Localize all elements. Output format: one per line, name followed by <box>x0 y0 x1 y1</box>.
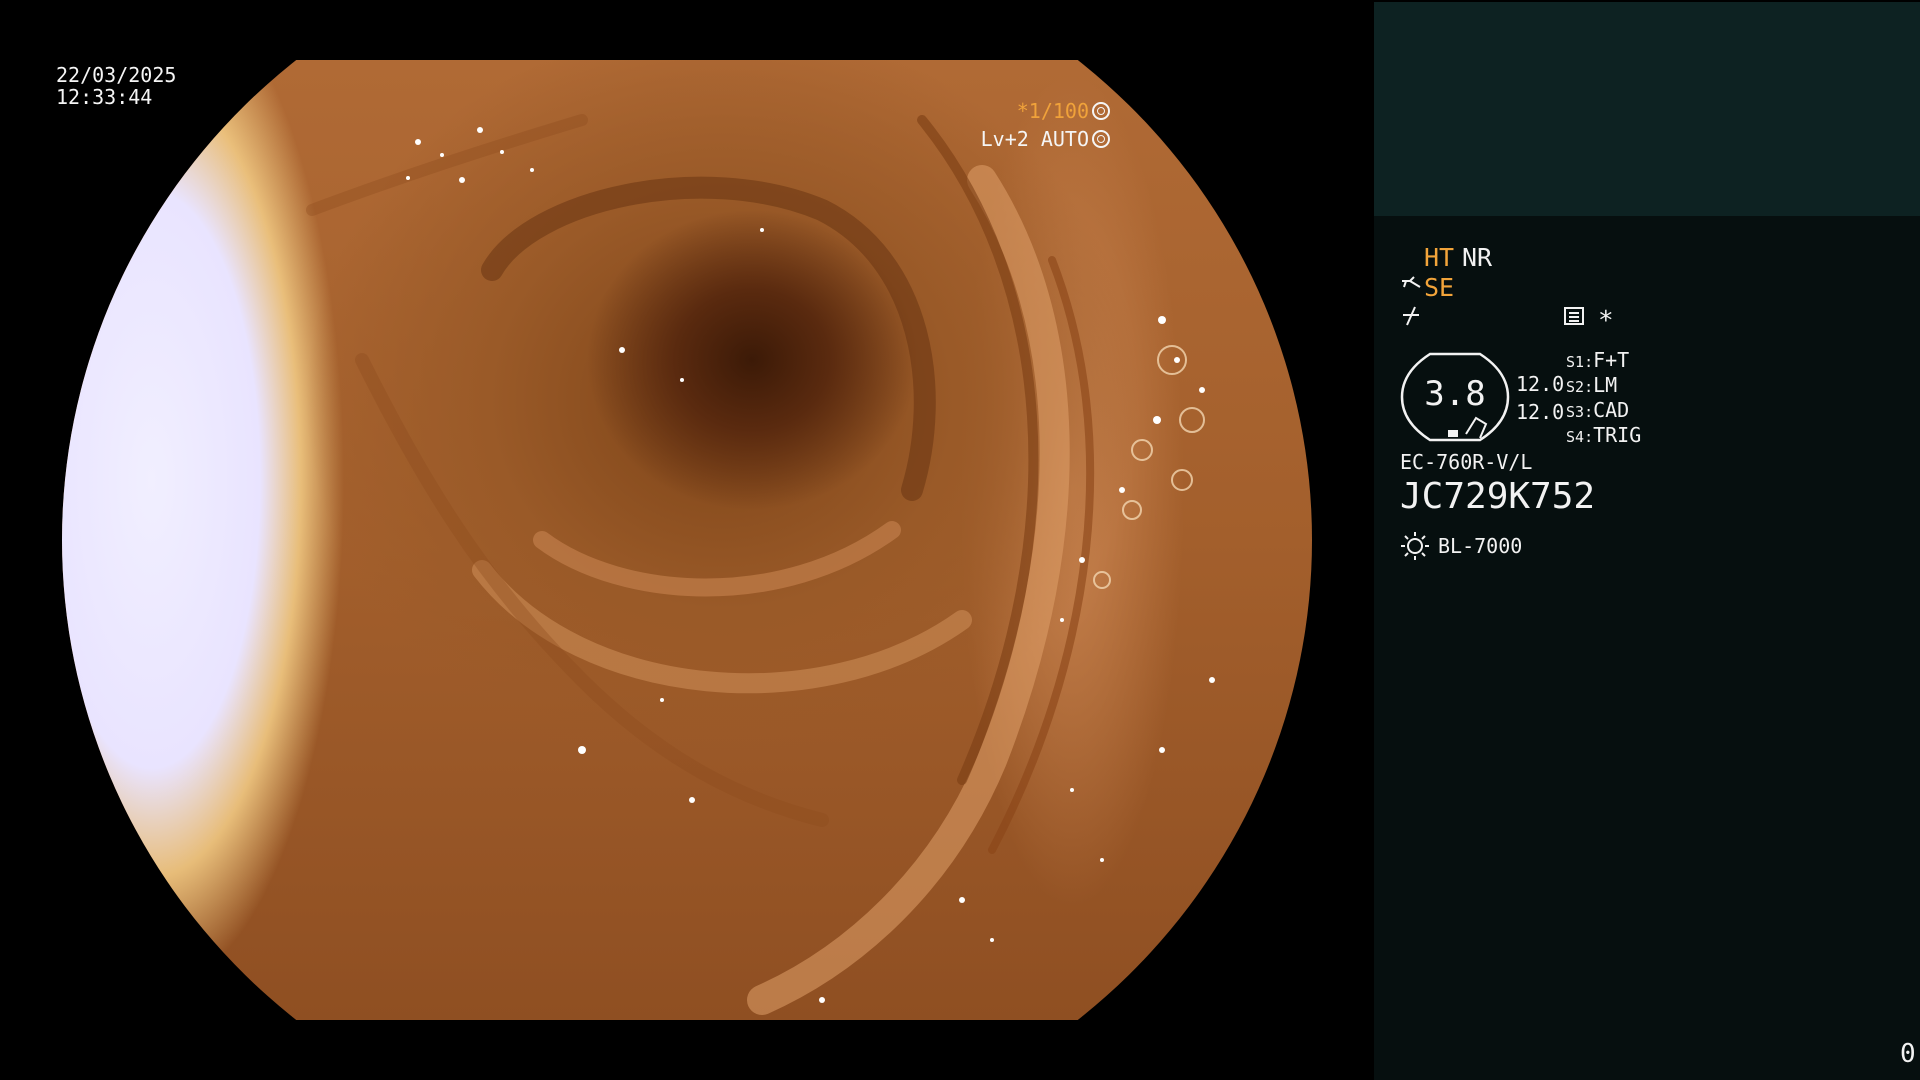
slot-key: S1 <box>1566 353 1585 371</box>
nr-indicator: NR <box>1462 243 1493 272</box>
scope-tip-icon <box>1400 275 1422 303</box>
endoscope-view <box>62 60 1312 1020</box>
lens-value-upper: 12.0 <box>1516 372 1565 396</box>
slot-value: CAD <box>1593 398 1630 422</box>
slot-key: S2 <box>1566 378 1585 396</box>
iris-icon <box>1092 130 1110 148</box>
serial-number: JC729K752 <box>1400 476 1596 517</box>
menu-icon <box>1564 307 1584 325</box>
slot-key: S4 <box>1566 428 1585 446</box>
image-counter: 0 <box>1900 1039 1916 1069</box>
panel-thumbnail-area <box>1374 2 1920 216</box>
brightness-level: Lv+2 <box>980 127 1029 151</box>
sun-icon <box>1401 532 1429 560</box>
switch-slot-2: S2:LM <box>1566 373 1618 397</box>
status-panel <box>1374 216 1920 1080</box>
slot-value: F+T <box>1593 348 1630 372</box>
mucosa-folds <box>306 114 1215 1015</box>
slot-key: S3 <box>1566 403 1585 421</box>
slot-value: TRIG <box>1593 423 1642 447</box>
date-text: 22/03/2025 <box>56 63 177 87</box>
switch-slot-1: S1:F+T <box>1566 348 1630 372</box>
switch-slot-3: S3:CAD <box>1566 398 1630 422</box>
shutter-row: *1/100 <box>981 100 1110 122</box>
lens-value-lower: 12.0 <box>1516 400 1565 424</box>
star-indicator: * <box>1598 306 1614 336</box>
light-source: BL-7000 <box>1438 534 1523 558</box>
time-text: 12:33:44 <box>56 85 153 109</box>
aperture-icon <box>1092 102 1110 120</box>
scope-model: EC-760R-V/L <box>1400 450 1533 474</box>
exposure-info: *1/100 Lv+2 AUTO <box>981 100 1110 150</box>
se-indicator: SE <box>1424 273 1455 302</box>
date-time-display: 22/03/2025 12:33:44 <box>56 64 176 108</box>
switch-slot-4: S4:TRIG <box>1566 423 1642 447</box>
shutter-speed: *1/100 <box>1016 99 1089 123</box>
signal-off-icon <box>1400 305 1422 333</box>
colon-lumen-image <box>62 60 1312 1020</box>
exposure-mode: AUTO <box>1040 127 1089 151</box>
lens-value: 3.8 <box>1424 374 1486 414</box>
level-row: Lv+2 AUTO <box>981 128 1110 150</box>
slot-value: LM <box>1593 373 1618 397</box>
ht-indicator: HT <box>1424 243 1455 272</box>
